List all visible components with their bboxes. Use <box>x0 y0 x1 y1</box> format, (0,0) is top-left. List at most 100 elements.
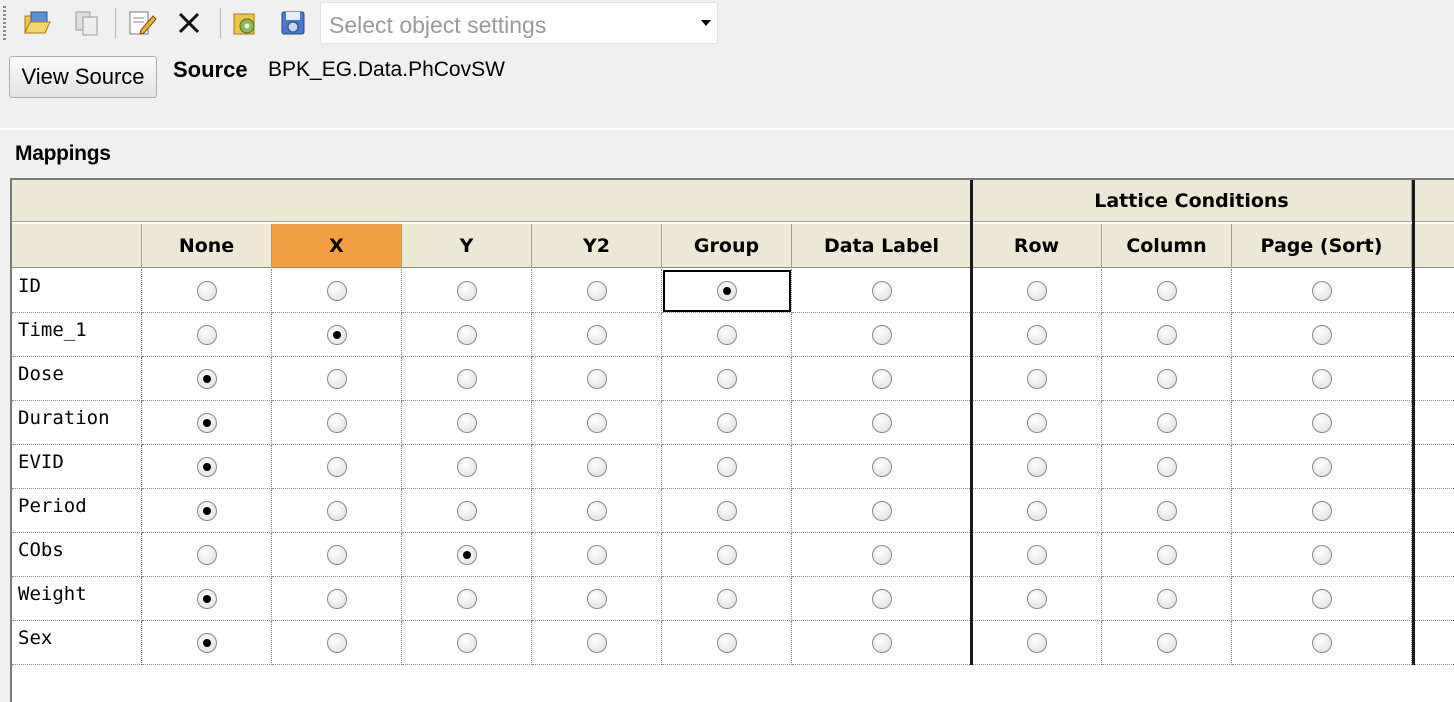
radio-evid-y[interactable] <box>456 456 477 477</box>
radio-period-row[interactable] <box>1026 500 1047 521</box>
mapping-cell[interactable] <box>402 357 532 401</box>
radio-sex-y[interactable] <box>456 632 477 653</box>
radio-time_1-page-sort[interactable] <box>1311 324 1332 345</box>
radio-weight-y2[interactable] <box>586 588 607 609</box>
mapping-cell[interactable] <box>792 357 972 401</box>
radio-period-column[interactable] <box>1156 500 1177 521</box>
mapping-cell[interactable] <box>792 445 972 489</box>
radio-id-data-label[interactable] <box>871 280 892 301</box>
mapping-cell[interactable] <box>1102 313 1232 357</box>
radio-weight-x[interactable] <box>326 588 347 609</box>
mapping-cell[interactable] <box>142 313 272 357</box>
mapping-cell[interactable] <box>972 445 1102 489</box>
mapping-cell[interactable] <box>1232 269 1412 313</box>
mapping-cell[interactable] <box>402 533 532 577</box>
radio-duration-page-sort[interactable] <box>1311 412 1332 433</box>
mapping-cell[interactable] <box>972 533 1102 577</box>
radio-id-y[interactable] <box>456 280 477 301</box>
radio-weight-page-sort[interactable] <box>1311 588 1332 609</box>
radio-duration-none[interactable] <box>196 412 217 433</box>
mapping-cell[interactable] <box>1102 577 1232 621</box>
mapping-cell[interactable] <box>972 401 1102 445</box>
radio-evid-x[interactable] <box>326 456 347 477</box>
mapping-cell[interactable] <box>402 313 532 357</box>
radio-evid-group[interactable] <box>716 456 737 477</box>
mapping-cell[interactable] <box>662 269 792 313</box>
mapping-cell[interactable] <box>142 621 272 665</box>
radio-cobs-y[interactable] <box>456 544 477 565</box>
mapping-cell[interactable] <box>1102 357 1232 401</box>
radio-time_1-y[interactable] <box>456 324 477 345</box>
mapping-cell[interactable] <box>972 577 1102 621</box>
radio-time_1-data-label[interactable] <box>871 324 892 345</box>
mapping-cell[interactable] <box>532 357 662 401</box>
radio-cobs-page-sort[interactable] <box>1311 544 1332 565</box>
mapping-cell[interactable] <box>142 401 272 445</box>
radio-period-y2[interactable] <box>586 500 607 521</box>
radio-cobs-y2[interactable] <box>586 544 607 565</box>
column-header-x[interactable]: X <box>272 224 402 268</box>
radio-duration-y2[interactable] <box>586 412 607 433</box>
radio-sex-none[interactable] <box>196 632 217 653</box>
mapping-cell[interactable] <box>532 313 662 357</box>
mapping-cell[interactable] <box>662 533 792 577</box>
mapping-cell[interactable] <box>402 489 532 533</box>
radio-weight-y[interactable] <box>456 588 477 609</box>
mapping-cell[interactable] <box>532 533 662 577</box>
mapping-cell[interactable] <box>1102 533 1232 577</box>
radio-dose-row[interactable] <box>1026 368 1047 389</box>
save-settings-button[interactable] <box>276 5 310 41</box>
column-header-column[interactable]: Column <box>1102 224 1232 268</box>
mapping-cell[interactable] <box>792 577 972 621</box>
mapping-cell[interactable] <box>1102 269 1232 313</box>
radio-duration-group[interactable] <box>716 412 737 433</box>
mapping-cell[interactable] <box>272 577 402 621</box>
mapping-cell[interactable] <box>662 313 792 357</box>
radio-period-data-label[interactable] <box>871 500 892 521</box>
radio-time_1-group[interactable] <box>716 324 737 345</box>
copy-button[interactable] <box>70 5 104 41</box>
mapping-cell[interactable] <box>1232 445 1412 489</box>
mapping-cell[interactable] <box>972 621 1102 665</box>
mapping-cell[interactable] <box>662 401 792 445</box>
radio-dose-y2[interactable] <box>586 368 607 389</box>
mapping-cell[interactable] <box>972 269 1102 313</box>
radio-cobs-row[interactable] <box>1026 544 1047 565</box>
radio-weight-row[interactable] <box>1026 588 1047 609</box>
column-header-y2[interactable]: Y2 <box>532 224 662 268</box>
mapping-cell[interactable] <box>532 577 662 621</box>
mapping-cell[interactable] <box>142 577 272 621</box>
mapping-cell[interactable] <box>402 401 532 445</box>
radio-period-page-sort[interactable] <box>1311 500 1332 521</box>
mapping-cell[interactable] <box>1232 621 1412 665</box>
radio-sex-data-label[interactable] <box>871 632 892 653</box>
radio-time_1-x[interactable] <box>326 324 347 345</box>
radio-cobs-column[interactable] <box>1156 544 1177 565</box>
mapping-cell[interactable] <box>972 313 1102 357</box>
radio-time_1-y2[interactable] <box>586 324 607 345</box>
mapping-cell[interactable] <box>272 445 402 489</box>
radio-evid-row[interactable] <box>1026 456 1047 477</box>
radio-duration-data-label[interactable] <box>871 412 892 433</box>
radio-duration-row[interactable] <box>1026 412 1047 433</box>
mapping-cell[interactable] <box>272 489 402 533</box>
radio-period-none[interactable] <box>196 500 217 521</box>
mapping-cell[interactable] <box>272 401 402 445</box>
mapping-cell[interactable] <box>1102 445 1232 489</box>
mapping-cell[interactable] <box>662 489 792 533</box>
radio-weight-data-label[interactable] <box>871 588 892 609</box>
radio-time_1-none[interactable] <box>196 324 217 345</box>
radio-id-group[interactable] <box>716 280 737 301</box>
mapping-cell[interactable] <box>972 357 1102 401</box>
radio-sex-column[interactable] <box>1156 632 1177 653</box>
mapping-cell[interactable] <box>1232 577 1412 621</box>
mapping-cell[interactable] <box>402 577 532 621</box>
mapping-cell[interactable] <box>792 621 972 665</box>
radio-weight-none[interactable] <box>196 588 217 609</box>
mapping-cell[interactable] <box>792 313 972 357</box>
mapping-cell[interactable] <box>142 357 272 401</box>
radio-weight-column[interactable] <box>1156 588 1177 609</box>
radio-cobs-x[interactable] <box>326 544 347 565</box>
radio-evid-none[interactable] <box>196 456 217 477</box>
mapping-cell[interactable] <box>662 621 792 665</box>
